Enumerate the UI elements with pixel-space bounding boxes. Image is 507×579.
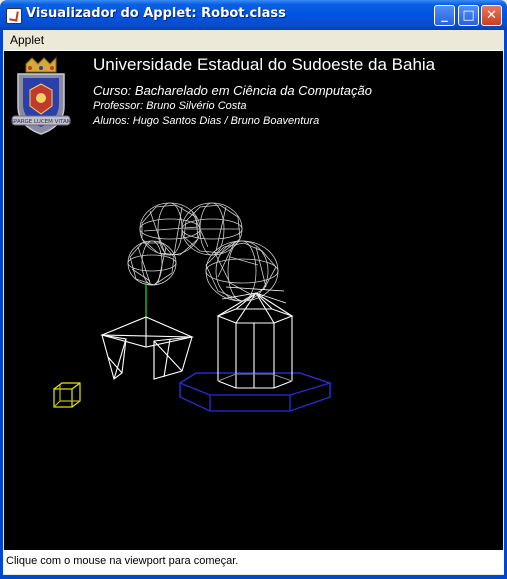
window-frame-bottom [0,575,507,579]
robot-arm-wireframe [127,202,287,304]
minimize-button[interactable]: _ [434,5,455,26]
applet-window: Visualizador do Applet: Robot.class _ □ … [0,0,507,579]
maximize-button[interactable]: □ [458,5,479,26]
close-button[interactable]: ✕ [481,5,502,26]
robot-gripper [100,316,194,380]
menu-bar: Applet [3,30,504,51]
target-cube [53,382,81,408]
status-message: Clique com o mouse na viewport para come… [6,555,239,567]
menu-applet[interactable]: Applet [10,33,44,47]
window-frame-left [0,30,3,579]
robot-wireframe-scene [53,202,333,412]
robot-base-column [216,292,294,389]
title-bar[interactable]: Visualizador do Applet: Robot.class _ □ … [0,0,507,30]
java-app-icon [6,8,22,24]
robot-base-ring [178,372,333,412]
status-bar: Clique com o mouse na viewport para come… [3,550,504,574]
window-title: Visualizador do Applet: Robot.class [26,6,286,21]
3d-viewport[interactable]: SPARGE LUCEM VITAM Universidade Estadual… [4,51,503,550]
